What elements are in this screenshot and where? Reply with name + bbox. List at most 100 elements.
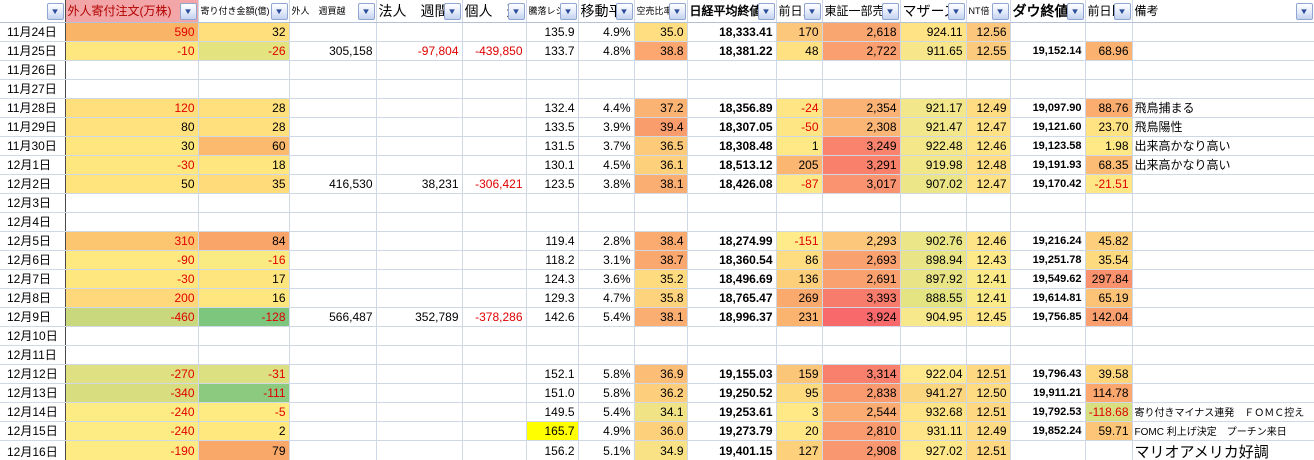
cell-nikkei_change[interactable] bbox=[776, 79, 822, 98]
cell-moving_avg[interactable]: 5.8% bbox=[578, 364, 634, 383]
cell-moving_avg[interactable]: 4.9% bbox=[578, 22, 634, 41]
cell-nikkei_close[interactable] bbox=[687, 212, 776, 231]
cell-mothers[interactable]: 927.02 bbox=[900, 440, 966, 460]
cell-yoritsuki[interactable]: -5 bbox=[198, 402, 289, 421]
filter-button-nt_ratio[interactable]: ▼ bbox=[992, 3, 1009, 20]
cell-nikkei_close[interactable] bbox=[687, 193, 776, 212]
cell-moving_avg[interactable] bbox=[578, 79, 634, 98]
cell-touraku_ratio[interactable]: 149.5 bbox=[526, 402, 578, 421]
cell-moving_avg[interactable]: 3.8% bbox=[578, 174, 634, 193]
row-date[interactable]: 12月14日 bbox=[0, 402, 65, 421]
cell-nikkei_change[interactable]: -50 bbox=[776, 117, 822, 136]
cell-yoritsuki[interactable]: 16 bbox=[198, 288, 289, 307]
cell-gaijin_week[interactable] bbox=[289, 212, 376, 231]
cell-moving_avg[interactable]: 2.8% bbox=[578, 231, 634, 250]
cell-mothers[interactable]: 921.17 bbox=[900, 98, 966, 117]
cell-nt_ratio[interactable]: 12.55 bbox=[966, 41, 1010, 60]
cell-yoritsuki[interactable]: -128 bbox=[198, 307, 289, 326]
cell-gaijin_order[interactable] bbox=[65, 193, 198, 212]
cell-kojin_week[interactable] bbox=[462, 22, 526, 41]
cell-dow_change[interactable]: 45.82 bbox=[1085, 231, 1132, 250]
cell-gaijin_order[interactable]: -460 bbox=[65, 307, 198, 326]
cell-gaijin_order[interactable] bbox=[65, 345, 198, 364]
cell-kojin_week[interactable] bbox=[462, 440, 526, 460]
cell-yoritsuki[interactable] bbox=[198, 193, 289, 212]
cell-nt_ratio[interactable]: 12.49 bbox=[966, 421, 1010, 440]
cell-nikkei_change[interactable] bbox=[776, 193, 822, 212]
cell-mothers[interactable]: 932.68 bbox=[900, 402, 966, 421]
cell-tosho_value[interactable]: 2,838 bbox=[822, 383, 900, 402]
cell-gaijin_order[interactable] bbox=[65, 79, 198, 98]
row-date[interactable]: 11月25日 bbox=[0, 41, 65, 60]
filter-button-short_ratio[interactable]: ▼ bbox=[669, 3, 686, 20]
cell-dow_change[interactable]: 68.35 bbox=[1085, 155, 1132, 174]
cell-tosho_value[interactable]: 2,693 bbox=[822, 250, 900, 269]
cell-tosho_value[interactable] bbox=[822, 60, 900, 79]
cell-hojin_week[interactable] bbox=[376, 117, 462, 136]
cell-dow_close[interactable]: 19,097.90 bbox=[1010, 98, 1085, 117]
cell-mothers[interactable]: 897.92 bbox=[900, 269, 966, 288]
filter-button-tosho_value[interactable]: ▼ bbox=[882, 3, 899, 20]
cell-nikkei_close[interactable]: 18,426.08 bbox=[687, 174, 776, 193]
cell-dow_change[interactable]: 65.19 bbox=[1085, 288, 1132, 307]
column-header-moving_avg[interactable]: 移動平▼ bbox=[578, 0, 634, 22]
cell-short_ratio[interactable]: 35.2 bbox=[634, 269, 687, 288]
cell-mothers[interactable]: 919.98 bbox=[900, 155, 966, 174]
column-header-dow_change[interactable]: 前日比▼ bbox=[1085, 0, 1132, 22]
cell-gaijin_week[interactable] bbox=[289, 117, 376, 136]
row-date[interactable]: 12月12日 bbox=[0, 364, 65, 383]
row-date[interactable]: 12月10日 bbox=[0, 326, 65, 345]
cell-remark[interactable] bbox=[1132, 22, 1314, 41]
cell-hojin_week[interactable] bbox=[376, 136, 462, 155]
cell-nikkei_change[interactable]: 20 bbox=[776, 421, 822, 440]
cell-kojin_week[interactable]: -378,286 bbox=[462, 307, 526, 326]
cell-gaijin_week[interactable] bbox=[289, 136, 376, 155]
cell-dow_change[interactable] bbox=[1085, 326, 1132, 345]
filter-button-nikkei_close[interactable]: ▼ bbox=[758, 3, 775, 20]
cell-moving_avg[interactable]: 4.4% bbox=[578, 98, 634, 117]
cell-gaijin_order[interactable]: 50 bbox=[65, 174, 198, 193]
cell-nikkei_change[interactable] bbox=[776, 60, 822, 79]
cell-nt_ratio[interactable] bbox=[966, 212, 1010, 231]
cell-dow_change[interactable] bbox=[1085, 212, 1132, 231]
cell-yoritsuki[interactable]: 17 bbox=[198, 269, 289, 288]
cell-nikkei_close[interactable]: 18,996.37 bbox=[687, 307, 776, 326]
cell-nikkei_change[interactable]: 48 bbox=[776, 41, 822, 60]
cell-gaijin_week[interactable]: 416,530 bbox=[289, 174, 376, 193]
cell-kojin_week[interactable] bbox=[462, 231, 526, 250]
cell-nt_ratio[interactable]: 12.50 bbox=[966, 383, 1010, 402]
cell-kojin_week[interactable] bbox=[462, 269, 526, 288]
cell-nikkei_change[interactable]: -87 bbox=[776, 174, 822, 193]
cell-mothers[interactable]: 911.65 bbox=[900, 41, 966, 60]
cell-nt_ratio[interactable]: 12.41 bbox=[966, 269, 1010, 288]
cell-dow_close[interactable] bbox=[1010, 60, 1085, 79]
cell-remark[interactable] bbox=[1132, 307, 1314, 326]
cell-hojin_week[interactable]: 38,231 bbox=[376, 174, 462, 193]
cell-tosho_value[interactable] bbox=[822, 345, 900, 364]
cell-nikkei_close[interactable]: 18,765.47 bbox=[687, 288, 776, 307]
cell-nikkei_close[interactable] bbox=[687, 79, 776, 98]
cell-dow_close[interactable]: 19,614.81 bbox=[1010, 288, 1085, 307]
cell-remark[interactable]: 飛鳥捕まる bbox=[1132, 98, 1314, 117]
cell-hojin_week[interactable]: 352,789 bbox=[376, 307, 462, 326]
cell-remark[interactable] bbox=[1132, 41, 1314, 60]
filter-button-hojin_week[interactable]: ▼ bbox=[444, 3, 461, 20]
cell-yoritsuki[interactable]: 79 bbox=[198, 440, 289, 460]
cell-nikkei_change[interactable]: 269 bbox=[776, 288, 822, 307]
cell-kojin_week[interactable] bbox=[462, 79, 526, 98]
cell-dow_close[interactable]: 19,191.93 bbox=[1010, 155, 1085, 174]
cell-gaijin_order[interactable]: 120 bbox=[65, 98, 198, 117]
cell-dow_change[interactable] bbox=[1085, 193, 1132, 212]
cell-gaijin_order[interactable]: -90 bbox=[65, 250, 198, 269]
cell-remark[interactable] bbox=[1132, 231, 1314, 250]
cell-remark[interactable] bbox=[1132, 364, 1314, 383]
cell-mothers[interactable]: 902.76 bbox=[900, 231, 966, 250]
cell-kojin_week[interactable] bbox=[462, 136, 526, 155]
cell-tosho_value[interactable]: 3,924 bbox=[822, 307, 900, 326]
cell-gaijin_week[interactable] bbox=[289, 155, 376, 174]
cell-mothers[interactable] bbox=[900, 60, 966, 79]
cell-hojin_week[interactable] bbox=[376, 22, 462, 41]
cell-yoritsuki[interactable]: 60 bbox=[198, 136, 289, 155]
cell-hojin_week[interactable] bbox=[376, 98, 462, 117]
cell-kojin_week[interactable] bbox=[462, 212, 526, 231]
